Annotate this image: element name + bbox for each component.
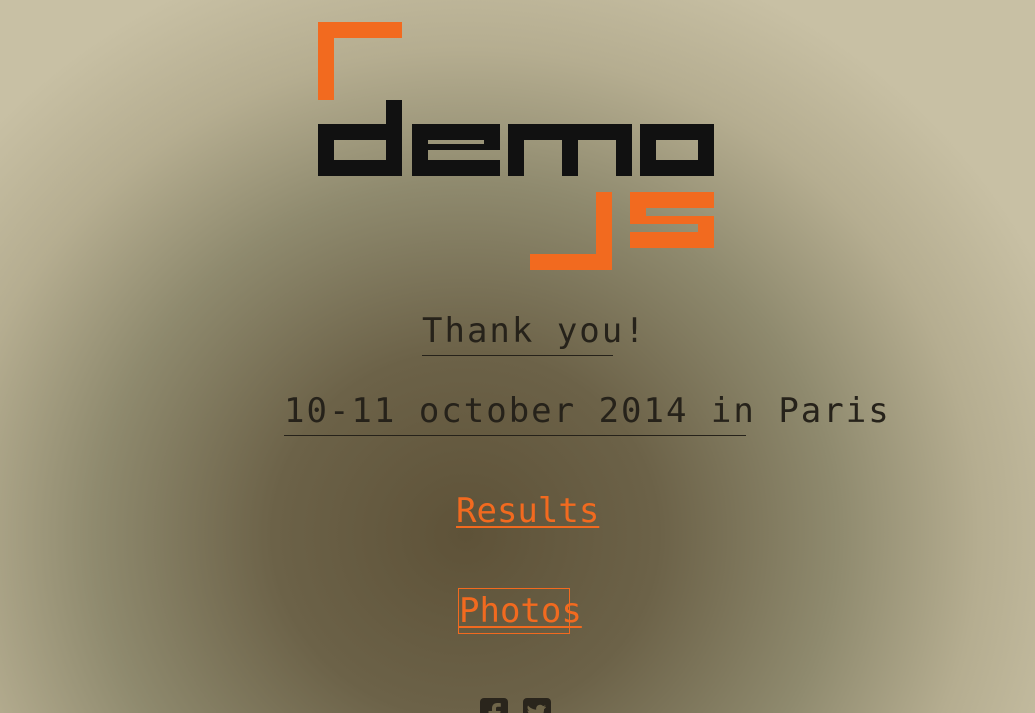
logo-bracket-top-left: [318, 22, 402, 100]
logo-wordmark-js: [530, 192, 714, 270]
results-link[interactable]: Results: [456, 489, 599, 535]
thank-you-link[interactable]: Thank you!: [422, 309, 645, 356]
twitter-icon[interactable]: [522, 697, 552, 713]
demojs-logo: [318, 22, 714, 270]
logo-wordmark-demo: [318, 100, 714, 176]
photos-link[interactable]: Photos: [458, 588, 582, 634]
event-date-link[interactable]: 10-11 october 2014 in Paris: [284, 389, 889, 436]
facebook-icon[interactable]: [479, 697, 509, 713]
